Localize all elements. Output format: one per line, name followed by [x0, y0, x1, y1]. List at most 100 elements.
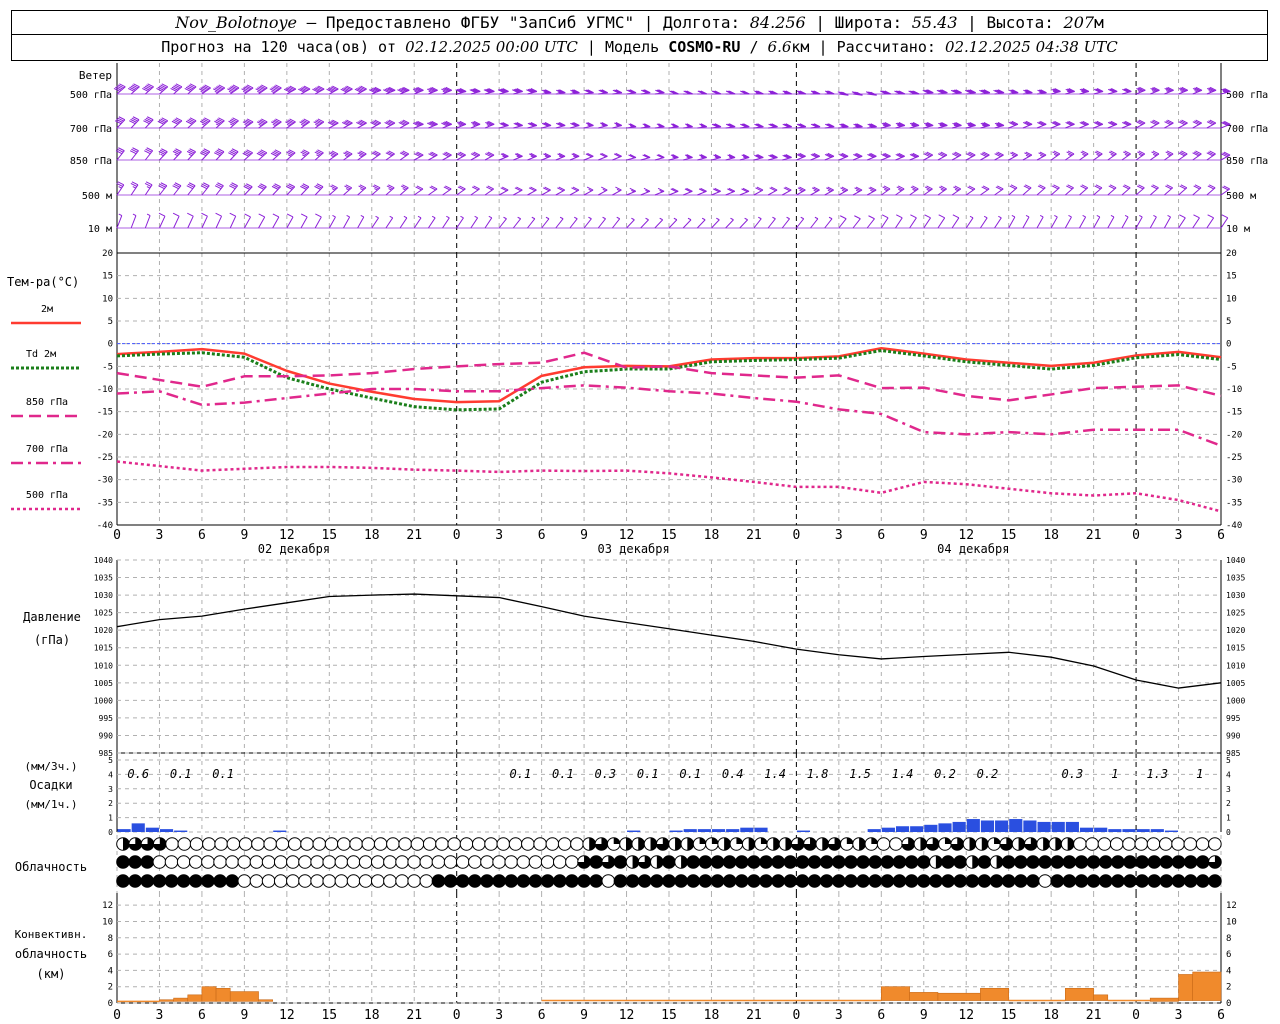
- cloud-symbol: [419, 855, 434, 869]
- temp-tick-label: -5: [102, 362, 113, 372]
- pres-tick-label-right: 1000: [1226, 696, 1245, 705]
- cloud-symbol-fill: [1050, 855, 1064, 869]
- wind-barb: [198, 84, 211, 95]
- cloud-symbol-fill: [978, 855, 991, 869]
- temp-tick-label-right: -10: [1226, 385, 1242, 395]
- wind-barb: [187, 212, 194, 229]
- conv-bar: [1093, 994, 1109, 1001]
- wind-barb: [867, 123, 877, 129]
- precip-bar: [1122, 829, 1136, 832]
- wind-barb: [781, 216, 790, 229]
- cloud-symbol: [484, 837, 498, 851]
- hour-tick-label-bottom: 9: [920, 1008, 928, 1023]
- cloud-symbol: [410, 837, 425, 851]
- hour-tick-label-bottom: 9: [240, 1008, 248, 1023]
- wind-barb: [1206, 119, 1217, 129]
- cloud-symbol: [337, 837, 351, 851]
- cloud-symbol-fill: [128, 855, 142, 869]
- wind-barb: [598, 122, 608, 129]
- precip-bar: [131, 823, 145, 832]
- wind-barb: [810, 186, 820, 196]
- wind-barb: [979, 89, 991, 95]
- cloud-symbol: [533, 837, 547, 851]
- precip-bar: [938, 823, 952, 832]
- hour-tick-label-bottom: 21: [1086, 1008, 1102, 1023]
- wind-barb: [513, 122, 523, 129]
- cloud-symbol-fill: [905, 855, 918, 869]
- wind-barb: [1121, 150, 1131, 161]
- cloud-symbol: [889, 837, 903, 851]
- wind-barb: [442, 151, 452, 161]
- wind-barb: [470, 185, 480, 196]
- cloud-symbol: [419, 874, 434, 888]
- wind-barb: [1192, 86, 1203, 95]
- cloud-symbol: [324, 837, 339, 851]
- wind-barb: [725, 187, 736, 196]
- cloud-symbol-fill: [1026, 874, 1040, 888]
- cloud-symbol: [300, 837, 314, 851]
- wind-barb: [810, 123, 821, 129]
- cloud-symbol-fill: [1123, 855, 1137, 869]
- cloud-symbol-fill: [783, 874, 797, 888]
- wind-barb: [441, 120, 453, 129]
- wind-barb: [512, 88, 523, 95]
- wind-barb: [1050, 184, 1060, 196]
- hour-tick-label: 12: [279, 528, 295, 543]
- wind-barb: [640, 89, 651, 95]
- temp-tick-label-right: -25: [1226, 453, 1242, 463]
- wind-barb: [1093, 120, 1104, 129]
- cloud-symbol-fill: [1063, 855, 1076, 869]
- precip-total-label: 0.3: [594, 767, 616, 781]
- cloud-symbol: [238, 837, 253, 851]
- wind-barb: [243, 213, 251, 229]
- wind-barb: [1065, 120, 1075, 129]
- wind-barb: [357, 184, 367, 196]
- precip-bar: [145, 827, 159, 832]
- wind-barb: [894, 90, 906, 95]
- wind-barb: [1036, 89, 1047, 95]
- wind-barb: [626, 123, 637, 129]
- cloud-symbol-fill: [432, 874, 445, 888]
- cloud-symbol: [275, 837, 290, 851]
- temp-tick-label-right: -35: [1226, 498, 1242, 508]
- conv-bar: [173, 997, 189, 1002]
- cloud-symbol-fill: [917, 874, 931, 888]
- cloud-symbol: [528, 855, 543, 869]
- wind-barb: [852, 152, 863, 161]
- pres-tick-label: 1005: [94, 679, 113, 688]
- hour-tick-label: 0: [113, 528, 121, 543]
- wind-barb: [255, 84, 268, 95]
- cloud-symbol-fill: [1002, 855, 1015, 869]
- wind-barb: [1149, 215, 1157, 229]
- hour-tick-label-bottom: 3: [156, 1008, 164, 1023]
- hour-tick-label: 21: [746, 528, 762, 543]
- wind-barb: [1192, 150, 1202, 161]
- cloud-symbol-fill: [650, 874, 664, 888]
- temp-tick-label: 5: [108, 317, 113, 327]
- wind-barb: [270, 149, 282, 161]
- wind-barb: [513, 152, 523, 161]
- hour-tick-label-bottom: 0: [1132, 1008, 1140, 1023]
- cloud-symbol: [249, 855, 264, 869]
- wind-barb: [908, 90, 920, 95]
- cloud-symbol-fill: [1050, 874, 1064, 888]
- cloud-symbol-fill: [844, 855, 858, 869]
- temp-legend-label: 500 гПа: [26, 490, 68, 501]
- pres-title: Давление: [23, 610, 81, 624]
- cloud-symbol-fill: [1111, 855, 1125, 869]
- wind-barb: [413, 185, 424, 196]
- wind-barb: [483, 88, 495, 95]
- hour-tick-label: 6: [538, 528, 546, 543]
- hour-tick-label: 6: [877, 528, 885, 543]
- pres-tick-label-right: 1015: [1226, 644, 1245, 653]
- wind-barb: [428, 185, 438, 196]
- wind-barb: [484, 120, 495, 129]
- wind-barb: [881, 122, 891, 129]
- wind-barb: [612, 186, 622, 196]
- wind-barb: [371, 184, 381, 196]
- wind-barb: [880, 90, 892, 95]
- wind-barb: [212, 84, 226, 95]
- wind-barb: [555, 186, 566, 196]
- wind-barb: [285, 183, 296, 196]
- precip-bar: [754, 827, 768, 832]
